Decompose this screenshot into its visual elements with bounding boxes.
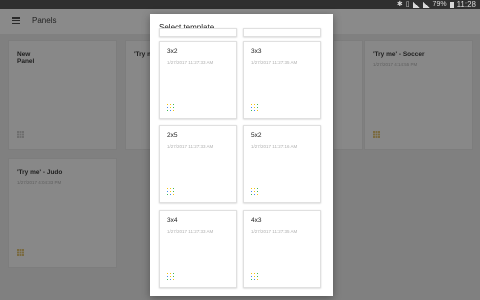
panel-card[interactable]: New Panel <box>8 40 117 150</box>
panel-card-title: 'Try me' - Soccer <box>373 51 425 58</box>
template-name: 5x2 <box>251 132 262 139</box>
menu-icon[interactable] <box>12 17 20 24</box>
template-card-4x3[interactable]: 4x3 1/27/2017 11:27:35 AM <box>243 210 321 288</box>
bluetooth-icon: ✱ <box>396 1 403 8</box>
template-card[interactable] <box>243 28 321 37</box>
template-name: 4x3 <box>251 217 262 224</box>
template-card-3x4[interactable]: 3x4 1/27/2017 11:27:33 AM <box>159 210 237 288</box>
template-card-3x2[interactable]: 3x2 1/27/2017 11:27:33 AM <box>159 41 237 119</box>
template-card-5x2[interactable]: 5x2 1/27/2017 11:27:16 AM <box>243 125 321 203</box>
vibrate-icon: ▯ <box>405 1 410 8</box>
template-name: 3x3 <box>251 48 262 55</box>
template-date: 1/27/2017 11:27:33 AM <box>167 144 214 149</box>
panel-card-title: New Panel <box>17 51 35 65</box>
template-grid-icon <box>250 272 259 281</box>
panel-card-date: 1/27/2017 4:14:55 PM <box>373 62 418 67</box>
signal-icon <box>422 1 430 8</box>
template-card-3x3[interactable]: 3x3 1/27/2017 11:27:35 AM <box>243 41 321 119</box>
panel-grid-icon <box>17 249 24 256</box>
template-grid-icon <box>250 187 259 196</box>
wifi-icon <box>412 1 420 8</box>
panel-card-title: 'Try me' - Judo <box>17 169 63 176</box>
panel-card-date: 1/27/2017 4:04:33 PM <box>17 180 62 185</box>
template-name: 2x5 <box>167 132 178 139</box>
template-date: 1/27/2017 11:27:35 AM <box>251 229 298 234</box>
template-name: 3x2 <box>167 48 178 55</box>
panel-card[interactable]: 'Try me' - Judo 1/27/2017 4:04:33 PM <box>8 158 117 268</box>
template-grid-icon <box>250 103 259 112</box>
template-date: 1/27/2017 11:27:33 AM <box>167 60 214 65</box>
panel-card[interactable]: 'Try me' - Soccer 1/27/2017 4:14:55 PM <box>364 40 473 150</box>
template-date: 1/27/2017 11:27:35 AM <box>251 60 298 65</box>
battery-percent: 79% <box>432 1 447 8</box>
template-name: 3x4 <box>167 217 178 224</box>
app-title: Panels <box>32 16 57 25</box>
status-bar: ✱ ▯ 79% 11:28 <box>0 0 480 9</box>
template-grid-icon <box>166 272 175 281</box>
select-template-dialog: Select template 3x2 1/27/2017 11:27:33 A… <box>150 14 333 296</box>
panel-grid-icon <box>17 131 24 138</box>
template-grid-icon <box>166 103 175 112</box>
template-card[interactable] <box>159 28 237 37</box>
clock: 11:28 <box>456 0 476 9</box>
template-date: 1/27/2017 11:27:16 AM <box>251 144 298 149</box>
panel-card[interactable] <box>333 40 363 150</box>
battery-icon <box>449 1 454 8</box>
template-card-2x5[interactable]: 2x5 1/27/2017 11:27:33 AM <box>159 125 237 203</box>
template-grid-icon <box>166 187 175 196</box>
panel-grid-icon <box>373 131 380 138</box>
template-date: 1/27/2017 11:27:33 AM <box>167 229 214 234</box>
